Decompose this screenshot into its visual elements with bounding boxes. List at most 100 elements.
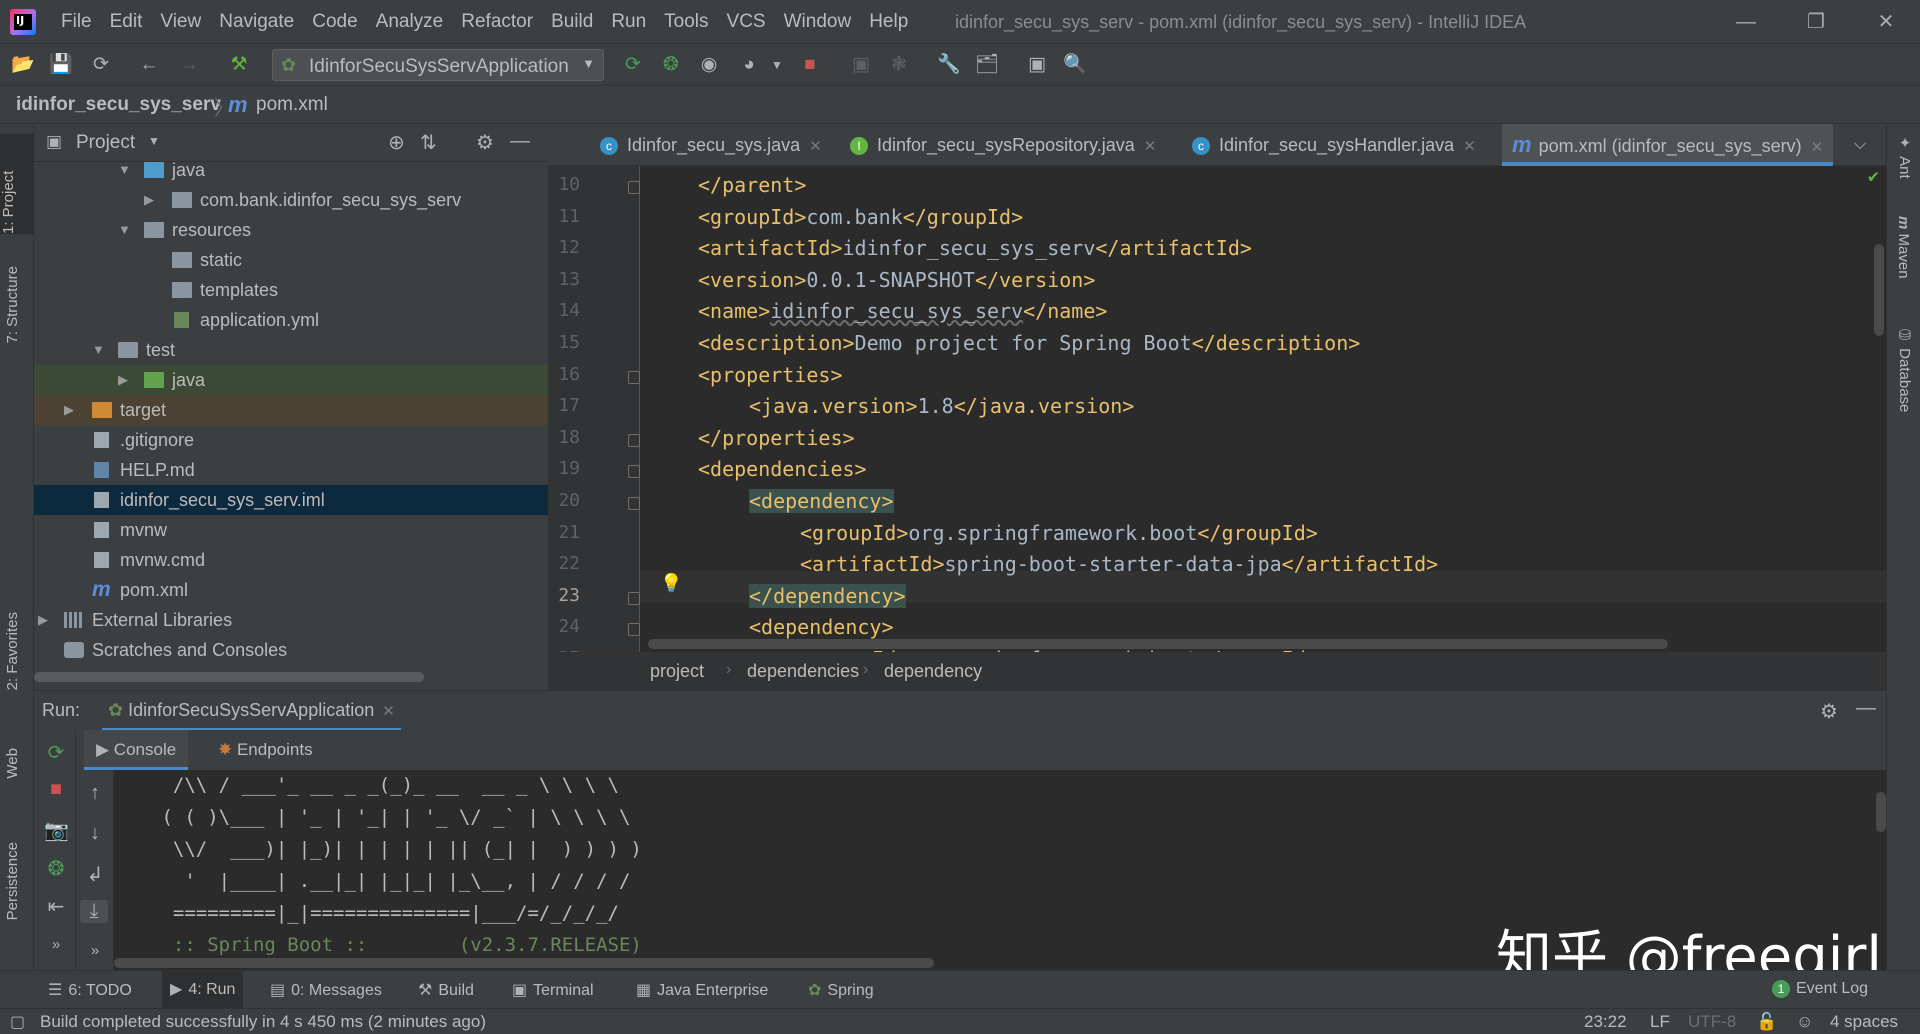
- menu-edit[interactable]: Edit: [101, 0, 152, 44]
- horizontal-scrollbar[interactable]: [34, 672, 424, 682]
- stop-icon[interactable]: ■: [44, 778, 68, 801]
- tree-item-test[interactable]: ▼ test: [34, 335, 548, 365]
- scroll-to-end-icon[interactable]: ⤓: [80, 900, 108, 923]
- terminal-window-icon[interactable]: ▣: [1024, 52, 1050, 78]
- tool-tab-database[interactable]: ⛁ Database: [1895, 326, 1913, 412]
- tool-tab-persistence[interactable]: Persistence: [4, 842, 21, 920]
- fold-marker-icon[interactable]: [628, 591, 640, 605]
- tool-tab-maven[interactable]: m Maven: [1895, 216, 1912, 279]
- crumb-project[interactable]: project: [650, 661, 704, 682]
- tab-repository-java[interactable]: I Idinfor_secu_sysRepository.java ✕: [850, 124, 1156, 166]
- update-app-icon[interactable]: ❃: [886, 52, 912, 78]
- run-configuration-select[interactable]: ✿ IdinforSecuSysServApplication ▼: [272, 49, 604, 81]
- close-tab-icon[interactable]: ✕: [1463, 138, 1476, 155]
- menu-help[interactable]: Help: [860, 0, 917, 44]
- more-icon[interactable]: »: [83, 942, 107, 959]
- status-message[interactable]: Build completed successfully in 4 s 450 …: [40, 1012, 486, 1032]
- close-tab-icon[interactable]: ✕: [1811, 139, 1824, 156]
- tree-item-templates[interactable]: templates: [34, 275, 548, 305]
- tree-item-mvnw[interactable]: mvnw: [34, 515, 548, 545]
- tool-spring[interactable]: ✿ Spring: [808, 980, 874, 1000]
- tab-handler-java[interactable]: c Idinfor_secu_sysHandler.java ✕: [1192, 124, 1476, 166]
- lightbulb-icon[interactable]: 💡: [660, 573, 682, 594]
- vertical-scrollbar[interactable]: [1874, 244, 1884, 336]
- attach-debugger-icon[interactable]: ▣: [848, 52, 874, 78]
- tree-item-pom-xml[interactable]: m pom.xml: [34, 575, 548, 605]
- horizontal-scrollbar[interactable]: [114, 958, 934, 968]
- back-icon[interactable]: ←: [136, 52, 162, 78]
- close-tab-icon[interactable]: ✕: [809, 138, 822, 155]
- minimize-icon[interactable]: —: [1716, 0, 1776, 44]
- tree-item-external-libraries[interactable]: ▶ External Libraries: [34, 605, 548, 635]
- run-tab[interactable]: ✿ IdinforSecuSysServApplication ✕: [102, 691, 401, 731]
- tool-tab-favorites[interactable]: 2: Favorites: [4, 612, 21, 690]
- tool-tab-ant[interactable]: ✦ Ant: [1895, 134, 1913, 179]
- menu-analyze[interactable]: Analyze: [367, 0, 453, 44]
- tree-item-resources[interactable]: ▼ resources: [34, 215, 548, 245]
- tree-item-iml[interactable]: idinfor_secu_sys_serv.iml: [34, 485, 548, 515]
- coverage-icon[interactable]: ◉: [696, 52, 722, 78]
- soft-wrap-icon[interactable]: ↲: [83, 862, 107, 887]
- menu-build[interactable]: Build: [542, 0, 602, 44]
- scroll-down-icon[interactable]: ↓: [83, 822, 107, 845]
- menu-file[interactable]: File: [52, 0, 101, 44]
- tool-tab-web[interactable]: Web: [4, 748, 21, 779]
- more-icon[interactable]: »: [44, 936, 68, 953]
- tool-java-enterprise[interactable]: ▦ Java Enterprise: [636, 980, 768, 1000]
- tool-tab-structure[interactable]: 7: Structure: [4, 266, 21, 344]
- save-icon[interactable]: 💾: [48, 52, 74, 78]
- tab-pom-xml[interactable]: m pom.xml (idinfor_secu_sys_serv) ✕: [1502, 124, 1834, 166]
- toggle-tool-windows-icon[interactable]: ▢: [10, 1012, 25, 1032]
- tree-item-scratches[interactable]: Scratches and Consoles: [34, 635, 548, 665]
- menu-tools[interactable]: Tools: [655, 0, 717, 44]
- profile-icon[interactable]: ◕: [736, 52, 762, 78]
- indent-setting[interactable]: 4 spaces: [1830, 1012, 1898, 1032]
- tool-event-log[interactable]: 1 Event Log: [1772, 980, 1868, 998]
- rerun-icon[interactable]: ⟳: [44, 740, 68, 765]
- code-editor[interactable]: 10111213141516171819202122232425 </paren…: [548, 166, 1886, 652]
- camera-icon[interactable]: 📷: [44, 818, 69, 843]
- project-view-select[interactable]: Project: [76, 132, 135, 154]
- crumb-dependencies[interactable]: dependencies: [747, 661, 859, 682]
- scroll-up-icon[interactable]: ↑: [83, 782, 107, 805]
- menu-code[interactable]: Code: [303, 0, 366, 44]
- settings-wrench-icon[interactable]: 🔧: [936, 52, 962, 78]
- crumb-dependency[interactable]: dependency: [884, 661, 982, 682]
- vertical-scrollbar[interactable]: [1876, 792, 1886, 832]
- tool-tab-project[interactable]: 1: Project: [0, 134, 34, 234]
- debug-icon[interactable]: ❂: [44, 856, 68, 881]
- tabs-overflow-icon[interactable]: ⌵: [1854, 124, 1866, 166]
- rerun-icon[interactable]: ⟳: [620, 52, 646, 78]
- menu-run[interactable]: Run: [602, 0, 655, 44]
- tree-item-help-md[interactable]: HELP.md: [34, 455, 548, 485]
- line-separator[interactable]: LF: [1650, 1012, 1670, 1032]
- tool-run[interactable]: ▶ 4: Run: [162, 971, 244, 1009]
- chevron-down-icon[interactable]: ▼: [148, 134, 160, 148]
- locate-file-icon[interactable]: ⊕: [388, 130, 405, 155]
- gear-icon[interactable]: ⚙: [1820, 699, 1838, 724]
- close-tab-icon[interactable]: ✕: [1144, 138, 1157, 155]
- restore-icon[interactable]: ❐: [1786, 0, 1846, 44]
- fold-marker-icon[interactable]: [628, 465, 640, 479]
- stop-icon[interactable]: ■: [797, 52, 823, 78]
- tool-build[interactable]: ⚒ Build: [418, 980, 474, 1000]
- close-icon[interactable]: ✕: [1856, 0, 1916, 44]
- tree-item-mvnw-cmd[interactable]: mvnw.cmd: [34, 545, 548, 575]
- menu-navigate[interactable]: Navigate: [210, 0, 303, 44]
- hide-panel-icon[interactable]: —: [510, 130, 530, 153]
- fold-marker-icon[interactable]: [628, 497, 640, 510]
- inspection-ok-icon[interactable]: ✔: [1868, 166, 1879, 187]
- caret-position[interactable]: 23:22: [1584, 1012, 1627, 1032]
- fold-marker-icon[interactable]: [628, 370, 640, 384]
- exit-icon[interactable]: ⇤: [44, 894, 68, 919]
- fold-marker-icon[interactable]: [628, 181, 640, 194]
- tab-idinfor-secu-sys-java[interactable]: c Idinfor_secu_sys.java ✕: [600, 124, 822, 166]
- build-hammer-icon[interactable]: ⚒: [226, 52, 252, 78]
- breadcrumb-file[interactable]: pom.xml: [256, 94, 328, 116]
- tree-item-gitignore[interactable]: .gitignore: [34, 425, 548, 455]
- breadcrumb-project[interactable]: idinfor_secu_sys_serv: [16, 94, 221, 116]
- project-structure-icon[interactable]: 🗂: [974, 52, 1000, 78]
- forward-icon[interactable]: →: [176, 52, 202, 78]
- menu-refactor[interactable]: Refactor: [452, 0, 542, 44]
- tree-item-java[interactable]: ▼ java: [34, 155, 548, 185]
